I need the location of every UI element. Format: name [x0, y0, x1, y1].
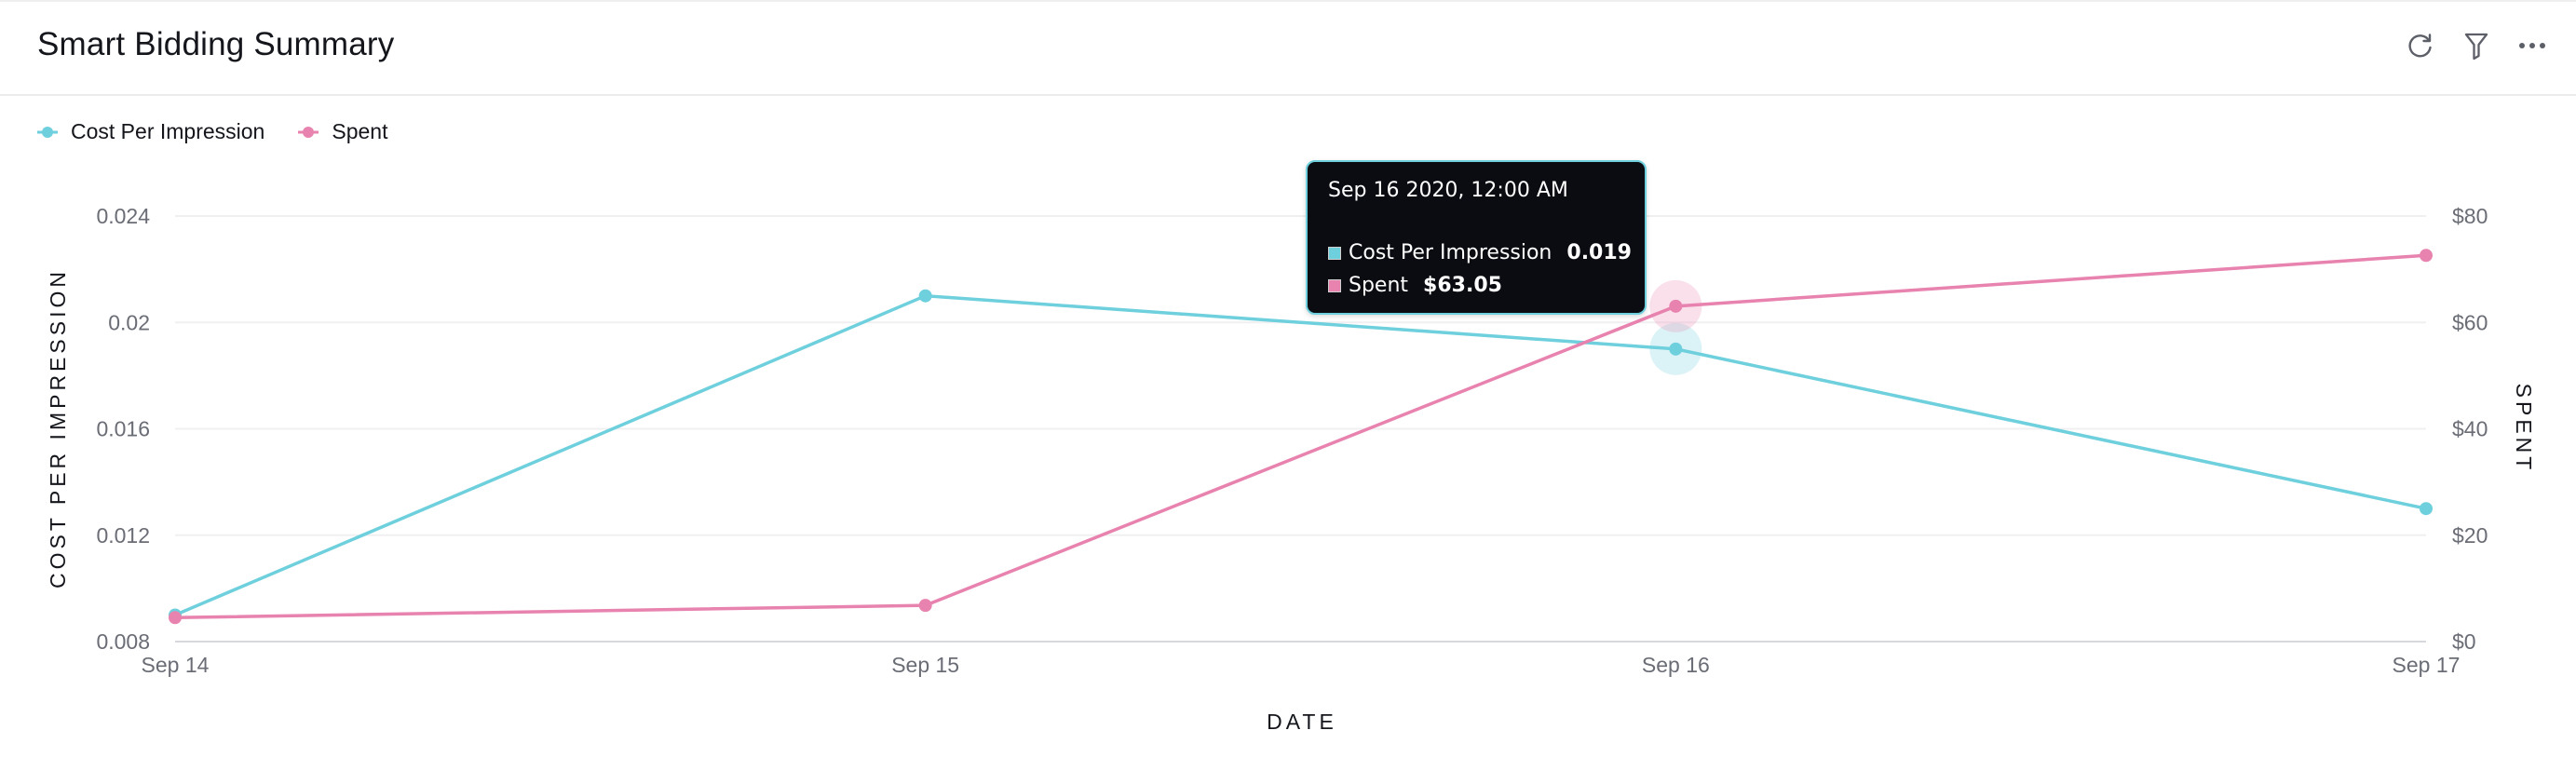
left-tick-label: 0.008: [96, 629, 150, 654]
right-tick-label: $60: [2452, 310, 2488, 334]
x-tick-label: Sep 17: [2393, 653, 2461, 677]
left-tick-label: 0.024: [96, 204, 150, 228]
series-lines: [174, 253, 2427, 620]
tooltip-label: Cost Per Impression: [1349, 241, 1552, 264]
line-chart[interactable]: 0.0080.0120.0160.020.024 $0$20$40$60$80 …: [0, 0, 2576, 771]
data-point-spent[interactable]: [918, 599, 932, 613]
right-tick-label: $40: [2452, 417, 2488, 441]
right-axis-ticks: $0 $20 $40 $60 $80: [2452, 204, 2488, 654]
right-tick-label: $80: [2452, 204, 2488, 228]
right-tick-label: $0: [2452, 629, 2476, 654]
data-point-cost-per-impression[interactable]: [2420, 502, 2433, 516]
left-tick-label: 0.02: [108, 310, 150, 334]
tooltip-swatch: [1328, 246, 1341, 260]
x-tick-label: Sep 15: [891, 653, 959, 677]
data-point-spent[interactable]: [1669, 299, 1683, 313]
x-axis-ticks: Sep 14 Sep 15 Sep 16 Sep 17: [142, 653, 2461, 677]
data-point-spent[interactable]: [169, 611, 182, 625]
right-tick-label: $20: [2452, 523, 2488, 548]
chart-tooltip: Sep 16 2020, 12:00 AM Cost Per Impressio…: [1306, 160, 1647, 315]
tooltip-row-spent: Spent $63.05: [1328, 274, 1502, 297]
left-axis-ticks: 0.008 0.012 0.016 0.02 0.024: [96, 204, 150, 654]
tooltip-label: Spent: [1349, 274, 1409, 297]
left-tick-label: 0.016: [96, 417, 150, 441]
tooltip-value: $63.05: [1423, 274, 1502, 297]
tooltip-swatch: [1328, 278, 1341, 292]
x-axis-title: DATE: [1267, 710, 1337, 734]
right-axis-title: SPENT: [2512, 384, 2536, 474]
data-point-spent[interactable]: [2420, 249, 2433, 263]
x-tick-label: Sep 14: [142, 653, 210, 677]
data-point-cost-per-impression[interactable]: [1669, 342, 1683, 356]
tooltip-value: 0.019: [1566, 241, 1632, 264]
left-axis-title: COST PER IMPRESSION: [46, 268, 70, 588]
left-tick-label: 0.012: [96, 523, 150, 548]
tooltip-date: Sep 16 2020, 12:00 AM: [1328, 179, 1568, 202]
data-point-cost-per-impression[interactable]: [918, 289, 932, 303]
x-tick-label: Sep 16: [1642, 653, 1710, 677]
tooltip-row-cost-per-impression: Cost Per Impression 0.019: [1328, 241, 1632, 264]
hover-halos: [1649, 279, 1702, 375]
